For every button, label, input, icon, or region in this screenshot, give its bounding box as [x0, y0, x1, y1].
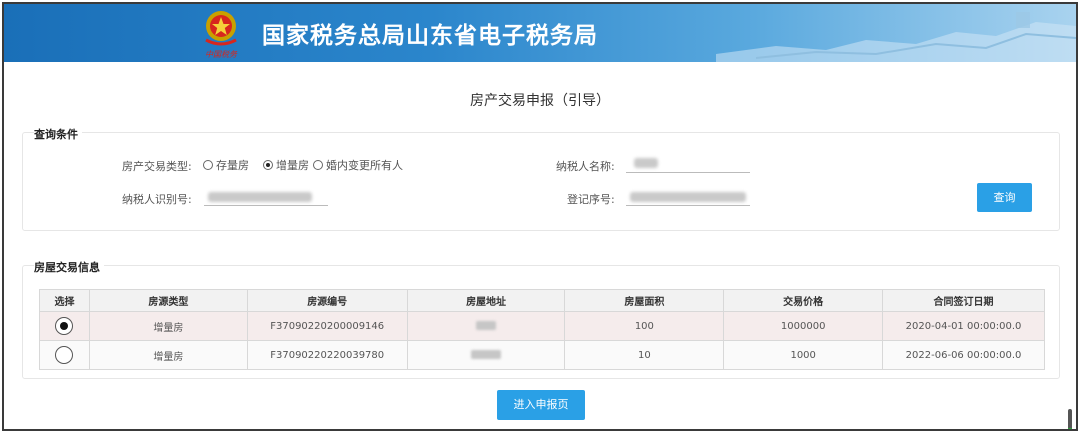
option-existing-house[interactable]: 存量房 — [203, 157, 249, 173]
tax-emblem-icon: 中国税务 — [205, 11, 238, 59]
redacted-value — [476, 321, 497, 330]
house-type-cell: 增量房 — [88, 311, 248, 341]
option-label: 增量房 — [276, 159, 309, 172]
column-header: 选择 — [39, 289, 90, 312]
transaction-type-label: 房产交易类型: — [122, 160, 192, 173]
price-cell: 1000 — [723, 340, 884, 370]
redacted-value — [634, 158, 658, 168]
house-type-cell: 增量房 — [88, 340, 248, 370]
enter-declaration-button[interactable]: 进入申报页 — [497, 390, 585, 420]
radio-icon[interactable] — [203, 160, 213, 170]
transaction-type-radio-group: 存量房 增量房 婚内变更所有人 — [203, 157, 407, 173]
great-wall-graphic — [716, 12, 1076, 62]
app-window: 中国税务 国家税务总局山东省电子税务局 房产交易申报（引导） 查询条件 房产交易… — [2, 2, 1078, 431]
option-label: 婚内变更所有人 — [326, 159, 403, 172]
house-table: 选择 房源类型 房源编号 房屋地址 房屋面积 交易价格 合同签订日期 增量房 F… — [39, 289, 1045, 370]
taxpayer-id-input[interactable] — [204, 188, 328, 206]
house-area-cell: 10 — [564, 340, 725, 370]
radio-icon[interactable] — [313, 160, 323, 170]
column-header: 房源类型 — [88, 289, 248, 312]
house-code-cell: F37090220220039780 — [246, 340, 408, 370]
house-address-cell — [406, 311, 566, 341]
column-header: 房屋面积 — [564, 289, 725, 312]
scrollbar-indicator — [1068, 428, 1072, 429]
house-area-cell: 100 — [564, 311, 725, 341]
table-header-row: 选择 房源类型 房源编号 房屋地址 房屋面积 交易价格 合同签订日期 — [39, 289, 1045, 312]
register-no-input[interactable] — [626, 188, 750, 206]
column-header: 交易价格 — [723, 289, 884, 312]
taxpayer-name-input[interactable] — [626, 155, 750, 173]
column-header: 合同签订日期 — [882, 289, 1045, 312]
house-code-cell: F37090220200009146 — [246, 311, 408, 341]
column-header: 房源编号 — [246, 289, 408, 312]
select-cell[interactable] — [39, 311, 90, 341]
row-select-radio-icon[interactable] — [55, 317, 74, 335]
emblem-text: 中国税务 — [205, 50, 238, 59]
contract-date-cell: 2022-06-06 00:00:00.0 — [882, 340, 1045, 370]
redacted-value — [471, 350, 502, 359]
column-header: 房屋地址 — [406, 289, 566, 312]
taxpayer-name-label: 纳税人名称: — [556, 160, 615, 173]
table-row[interactable]: 增量房 F37090220200009146 100 1000000 2020-… — [39, 311, 1045, 341]
query-section — [22, 132, 1060, 231]
search-button[interactable]: 查询 — [977, 183, 1032, 212]
register-no-label: 登记序号: — [567, 193, 615, 206]
option-marital-change[interactable]: 婚内变更所有人 — [313, 157, 403, 173]
row-select-radio-icon[interactable] — [55, 346, 74, 364]
option-label: 存量房 — [216, 159, 249, 172]
page-title: 房产交易申报（引导） — [470, 93, 610, 109]
price-cell: 1000000 — [723, 311, 884, 341]
taxpayer-id-label: 纳税人识别号: — [122, 193, 192, 206]
table-row[interactable]: 增量房 F37090220220039780 10 1000 2022-06-0… — [39, 340, 1045, 370]
select-cell[interactable] — [39, 340, 90, 370]
site-title: 国家税务总局山东省电子税务局 — [262, 23, 598, 49]
site-banner: 中国税务 国家税务总局山东省电子税务局 — [4, 4, 1076, 62]
option-new-house[interactable]: 增量房 — [263, 157, 309, 173]
contract-date-cell: 2020-04-01 00:00:00.0 — [882, 311, 1045, 341]
query-section-title: 查询条件 — [34, 126, 82, 142]
house-info-section-title: 房屋交易信息 — [34, 259, 104, 275]
house-address-cell — [406, 340, 566, 370]
redacted-value — [208, 192, 312, 202]
redacted-value — [630, 192, 746, 202]
radio-selected-icon[interactable] — [263, 160, 273, 170]
